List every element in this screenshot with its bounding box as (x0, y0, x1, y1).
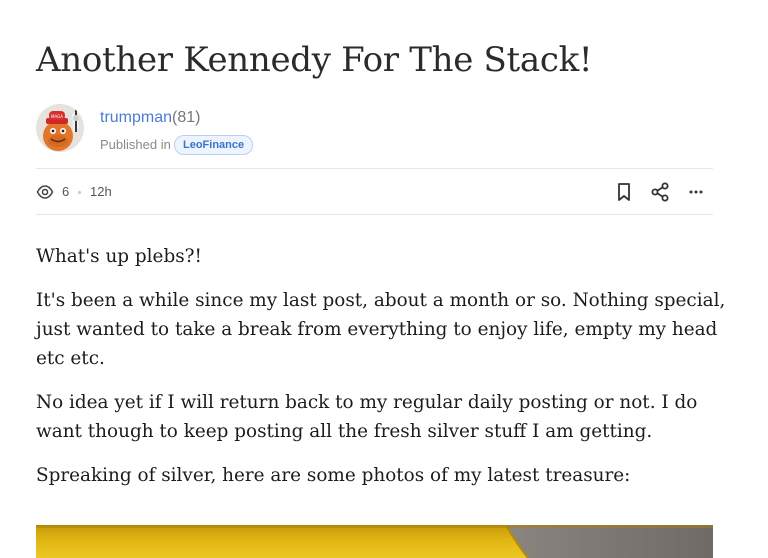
post-title: Another Kennedy For The Stack! (36, 40, 593, 80)
author-avatar[interactable]: MAGA (36, 104, 84, 152)
eye-icon (36, 185, 54, 199)
views-count: 6 (62, 184, 70, 199)
author-reputation: (81) (172, 109, 201, 126)
author-username[interactable]: trumpman (100, 109, 172, 126)
avatar-image: MAGA (36, 104, 84, 152)
divider-top (36, 168, 713, 169)
body-paragraph: No idea yet if I will return back to my … (36, 392, 698, 442)
svg-text:MAGA: MAGA (51, 114, 63, 119)
post-body: What's up plebs?! It's been a while sinc… (36, 242, 726, 505)
author-row: MAGA trumpman(81) Published in LeoFinanc… (36, 104, 716, 156)
body-paragraph: Spreaking of silver, here are some photo… (36, 465, 631, 486)
body-paragraph: What's up plebs?! (36, 246, 202, 267)
divider-bottom (36, 214, 713, 215)
more-options-button[interactable] (684, 180, 708, 204)
post-age: 12h (90, 184, 112, 199)
post-meta-row: 6 12h (36, 172, 713, 212)
meta-separator (78, 191, 81, 194)
post-photo[interactable] (36, 525, 713, 558)
share-button[interactable] (648, 180, 672, 204)
published-in-label: Published in (100, 137, 171, 152)
community-badge[interactable]: LeoFinance (174, 135, 254, 155)
silver-coin-photo (36, 525, 713, 558)
bookmark-icon (618, 183, 630, 201)
bookmark-button[interactable] (612, 180, 636, 204)
share-icon (651, 182, 669, 202)
author-link[interactable]: trumpman(81) (100, 108, 200, 128)
more-options-icon (689, 190, 703, 194)
body-paragraph: It's been a while since my last post, ab… (36, 290, 726, 369)
